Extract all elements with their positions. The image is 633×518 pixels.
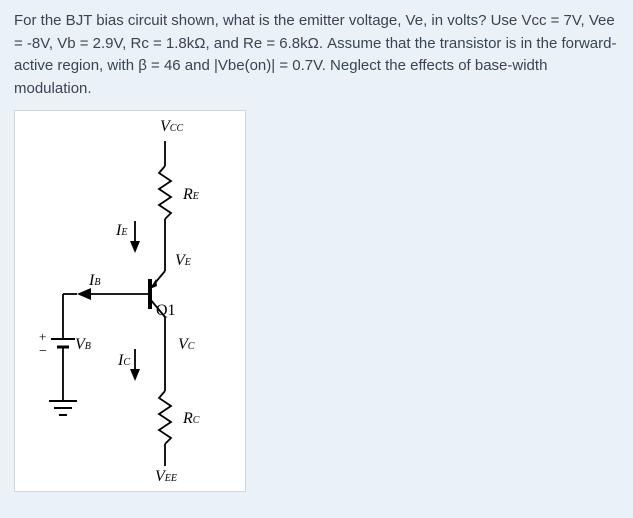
label-vc: VC: [178, 333, 194, 357]
label-vb: VB: [75, 333, 91, 357]
label-ie: IE: [116, 219, 127, 243]
label-vee: VEE: [155, 465, 177, 489]
question-body: For the BJT bias circuit shown, what is …: [14, 12, 616, 97]
circuit-svg: [15, 111, 245, 491]
circuit-diagram-container: VCC RE IE VE IB Q1 VB + − IC VC: [14, 110, 246, 492]
circuit-diagram: VCC RE IE VE IB Q1 VB + − IC VC: [15, 111, 245, 491]
label-ic: IC: [118, 349, 130, 373]
label-vb-minus: −: [39, 341, 47, 362]
label-ib: IB: [89, 269, 100, 293]
label-rc: RC: [183, 407, 199, 431]
label-ve: VE: [175, 249, 191, 273]
label-q1: Q1: [156, 299, 176, 323]
label-vcc: VCC: [160, 115, 183, 139]
label-re: RE: [183, 183, 199, 207]
question-text: For the BJT bias circuit shown, what is …: [14, 10, 619, 100]
